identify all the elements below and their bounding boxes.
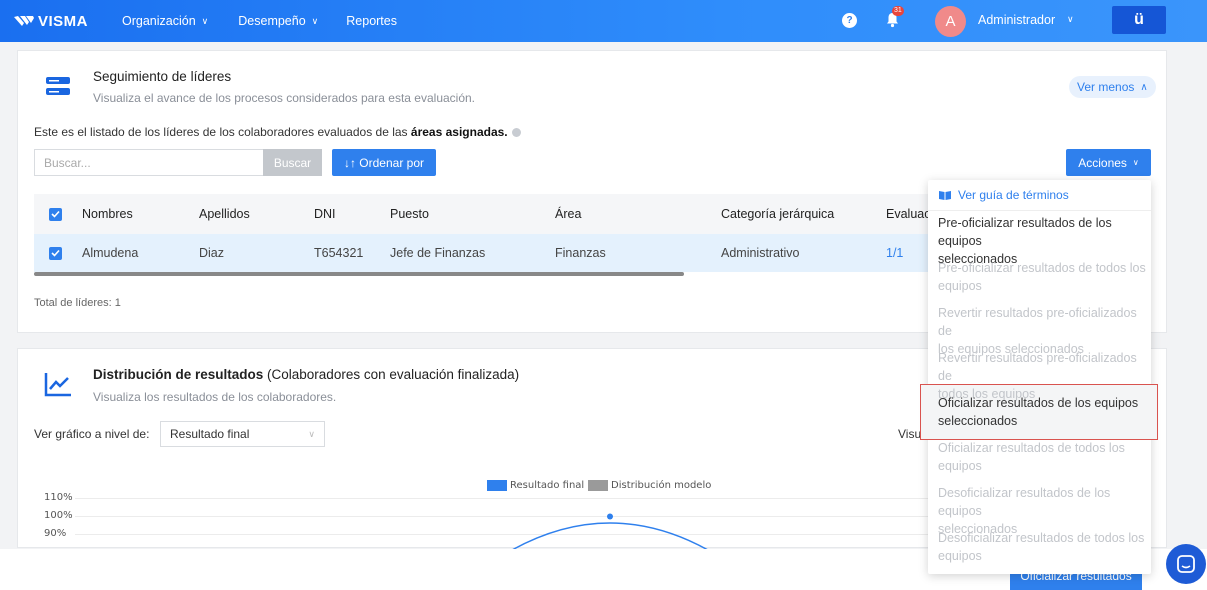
avatar[interactable]: A (935, 6, 966, 37)
terms-guide-link[interactable]: Ver guía de términos (938, 188, 1069, 202)
table-header: Nombres Apellidos DNI Puesto Área Catego… (34, 194, 944, 234)
y-tick: 110% (44, 492, 73, 503)
header-dni[interactable]: DNI (314, 194, 336, 234)
toggle-see-less-label: Ver menos (1077, 80, 1135, 94)
brand-name: VISMA (38, 12, 89, 30)
legend-label: Resultado final (510, 480, 585, 491)
menu-item: Oficializar resultados de todos los equip… (938, 439, 1146, 475)
app-launcher-button[interactable]: ü (1112, 6, 1166, 34)
menu-item-line: equipos (938, 279, 982, 293)
grid-line (75, 498, 935, 499)
divider (928, 210, 1151, 211)
actions-button-label: Acciones (1078, 155, 1127, 170)
cell-nombres: Almudena (82, 246, 139, 260)
legend-swatch (487, 480, 507, 491)
nav-desempeno-label: Desempeño (238, 14, 306, 28)
visma-logo[interactable]: VISMA (14, 13, 88, 30)
legend-label: Distribución modelo (611, 480, 712, 491)
table-row[interactable]: Almudena Diaz T654321 Jefe de Finanzas F… (34, 234, 944, 272)
menu-item-line: seleccionados (938, 414, 1018, 428)
header-evaluacion[interactable]: Evaluaci (886, 194, 933, 234)
info-icon[interactable] (511, 128, 521, 137)
toggle-see-less-button[interactable]: Ver menos ∧ (1069, 76, 1156, 98)
menu-item[interactable]: Oficializar resultados de los equipos sel… (938, 394, 1146, 430)
chevron-down-icon: ∨ (1132, 158, 1139, 167)
help-icon[interactable]: ? (842, 13, 857, 28)
legend-item-distribucion-modelo[interactable]: Distribución modelo (588, 480, 711, 491)
nav-organizacion-label: Organización (122, 14, 196, 28)
menu-item-line: Revertir resultados pre-oficializados de (938, 306, 1137, 338)
chevron-down-icon: ∨ (308, 428, 315, 439)
nav-organizacion[interactable]: Organización ∨ (122, 14, 208, 28)
nav-reportes-label: Reportes (346, 14, 397, 28)
header-nombres[interactable]: Nombres (82, 194, 133, 234)
menu-item: Pre-oficializar resultados de todos los e… (938, 259, 1146, 295)
menu-item-line: Desoficializar resultados de los equipos (938, 486, 1111, 518)
leaders-subtitle: Visualiza el avance de los procesos cons… (93, 91, 476, 105)
user-name[interactable]: Administrador (978, 13, 1055, 27)
line-chart-icon (44, 373, 71, 397)
distribution-title: Distribución de resultados (Colaboradore… (93, 367, 519, 382)
menu-item-line: Oficializar resultados de todos los (938, 441, 1125, 455)
result-curve (511, 513, 709, 550)
cell-apellidos: Diaz (199, 246, 225, 260)
legend-item-resultado-final[interactable]: Resultado final (487, 480, 584, 491)
actions-button[interactable]: Acciones ∨ (1066, 149, 1151, 176)
result-point[interactable] (607, 513, 613, 520)
cell-area: Finanzas (555, 246, 606, 260)
chart-level-value: Resultado final (170, 427, 250, 441)
menu-item-line: Pre-oficializar resultados de todos los (938, 261, 1146, 275)
chevron-up-icon: ∧ (1140, 81, 1148, 93)
leaders-intro-text: Este es el listado de los líderes de los… (34, 125, 521, 139)
chart-level-label: Ver gráfico a nivel de: (34, 427, 150, 441)
menu-item-line: Revertir resultados pre-oficializados de (938, 351, 1137, 383)
search-button[interactable]: Buscar (263, 149, 322, 176)
menu-item-line: Pre-oficializar resultados de los equipo… (938, 216, 1112, 248)
search-input[interactable]: Buscar... (34, 149, 264, 176)
chat-support-button[interactable] (1166, 544, 1206, 584)
visma-mark-icon (14, 16, 34, 26)
terms-guide-label: Ver guía de términos (958, 188, 1069, 202)
menu-item-line: Desoficializar resultados de todos los (938, 531, 1145, 545)
header-area[interactable]: Área (555, 194, 581, 234)
header-apellidos[interactable]: Apellidos (199, 194, 250, 234)
cell-dni: T654321 (314, 246, 364, 260)
cell-evaluacion-link[interactable]: 1/1 (886, 234, 903, 272)
intro-text: Este es el listado de los líderes de los… (34, 125, 411, 139)
cell-puesto: Jefe de Finanzas (390, 246, 486, 260)
server-list-icon (46, 77, 70, 95)
distribution-title-main: Distribución de resultados (93, 367, 264, 382)
order-by-button[interactable]: ↓↑ Ordenar por (332, 149, 436, 176)
book-icon (939, 190, 951, 200)
chart-level-select[interactable]: Resultado final ∨ (160, 421, 325, 447)
table-horizontal-scrollbar[interactable] (34, 272, 684, 276)
nav-reportes[interactable]: Reportes (346, 14, 397, 28)
total-leaders: Total de líderes: 1 (34, 297, 121, 309)
header-categoria[interactable]: Categoría jerárquica (721, 194, 834, 234)
chevron-down-icon[interactable]: ∨ (1067, 14, 1074, 25)
chevron-down-icon: ∨ (311, 15, 319, 26)
legend-swatch (588, 480, 608, 491)
y-tick: 100% (44, 510, 73, 521)
y-tick: 90% (44, 528, 67, 539)
intro-bold-text: áreas asignadas. (410, 125, 508, 139)
chevron-down-icon: ∨ (201, 15, 209, 26)
leaders-title: Seguimiento de líderes (93, 69, 232, 84)
menu-item-line: equipos (938, 459, 982, 473)
distribution-subtitle: Visualiza los resultados de los colabora… (93, 390, 337, 404)
menu-item: Desoficializar resultados de todos los eq… (938, 529, 1146, 565)
select-all-checkbox[interactable] (49, 194, 62, 234)
chat-icon (1177, 555, 1195, 573)
distribution-title-suffix: (Colaboradores con evaluación finalizada… (263, 367, 520, 382)
row-checkbox[interactable] (49, 234, 62, 272)
cell-categoria: Administrativo (721, 246, 800, 260)
menu-item-line: equipos (938, 549, 982, 563)
notification-count-badge: 31 (892, 6, 904, 16)
header-puesto[interactable]: Puesto (390, 194, 429, 234)
nav-desempeno[interactable]: Desempeño ∨ (238, 14, 318, 28)
menu-item-line: Oficializar resultados de los equipos (938, 396, 1139, 410)
